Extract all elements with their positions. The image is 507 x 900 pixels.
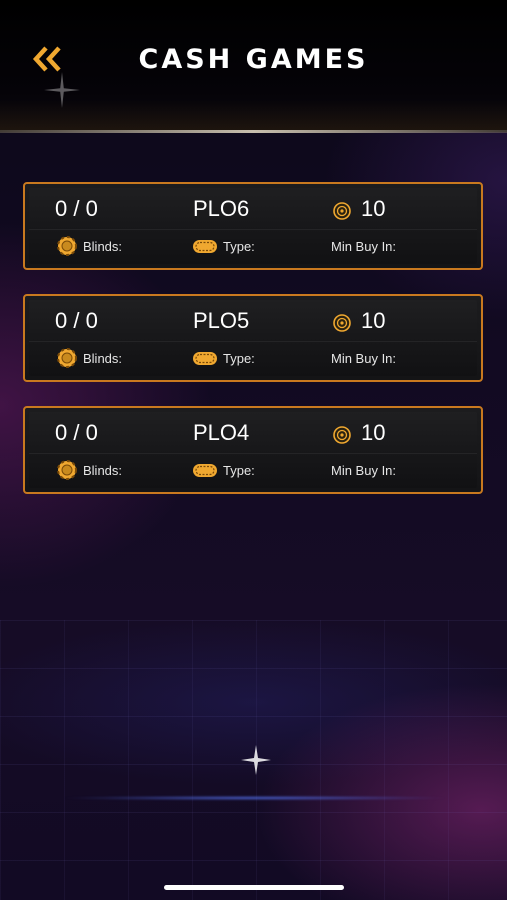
coin-icon: [333, 426, 351, 444]
players-count: 0 / 0: [55, 420, 98, 445]
background-glow: [60, 796, 450, 800]
home-indicator[interactable]: [164, 885, 344, 890]
poker-table-icon: [193, 464, 217, 477]
game-type: PLO6: [193, 196, 250, 221]
cash-game-card-plo5[interactable]: 0 / 0 PLO5 10 Blinds: Type: Min Buy In:: [23, 294, 483, 382]
chip-icon: [57, 460, 77, 480]
players-count: 0 / 0: [55, 308, 98, 333]
poker-table-icon: [193, 240, 217, 253]
type-label: Type:: [223, 239, 255, 254]
chip-icon: [57, 236, 77, 256]
poker-table-icon: [193, 352, 217, 365]
type-label: Type:: [223, 351, 255, 366]
buy-in-value: 10: [361, 420, 386, 445]
game-type: PLO5: [193, 308, 250, 333]
buy-in-value: 10: [361, 308, 386, 333]
buy-in-value: 10: [361, 196, 386, 221]
blinds-label: Blinds:: [83, 463, 123, 478]
players-count: 0 / 0: [55, 196, 98, 221]
blinds-label: Blinds:: [83, 239, 123, 254]
coin-icon: [333, 202, 351, 220]
coin-icon: [333, 314, 351, 332]
header-bar: CASH GAMES: [0, 0, 507, 132]
sparkle-icon: [44, 72, 80, 108]
type-label: Type:: [223, 463, 255, 478]
game-type: PLO4: [193, 420, 250, 445]
sparkle-icon: [241, 745, 271, 775]
blinds-label: Blinds:: [83, 351, 123, 366]
header-divider: [0, 130, 507, 133]
min-buy-in-label: Min Buy In:: [331, 239, 397, 254]
card-divider: [29, 341, 477, 342]
chip-icon: [57, 348, 77, 368]
cash-game-card-plo6[interactable]: 0 / 0 PLO6 10 Blinds: Type: Min Buy In:: [23, 182, 483, 270]
min-buy-in-label: Min Buy In:: [331, 463, 397, 478]
cash-game-card-plo4[interactable]: 0 / 0 PLO4 10 Blinds: Type: Min Buy In:: [23, 406, 483, 494]
card-divider: [29, 453, 477, 454]
page-title: CASH GAMES: [138, 44, 369, 75]
min-buy-in-label: Min Buy In:: [331, 351, 397, 366]
card-divider: [29, 229, 477, 230]
